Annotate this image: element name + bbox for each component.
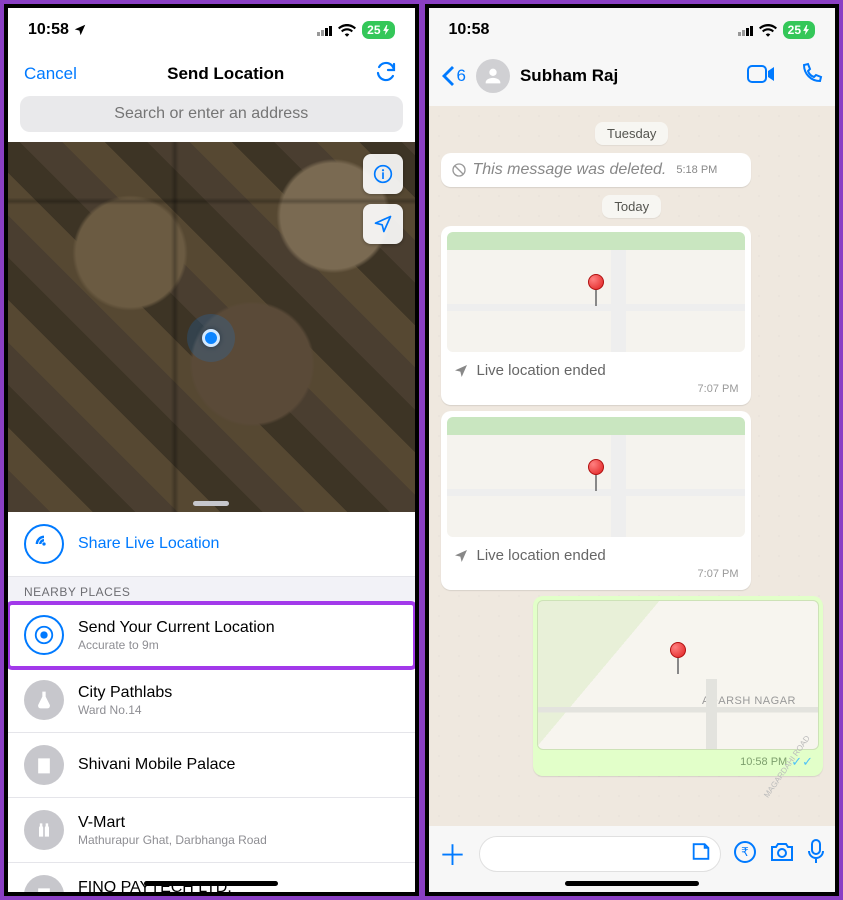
sheet-handle[interactable] xyxy=(193,501,229,506)
voice-call-button[interactable] xyxy=(799,62,823,91)
place-title: V-Mart xyxy=(78,814,267,832)
wifi-icon xyxy=(338,23,356,37)
message-time: 7:07 PM xyxy=(447,383,745,399)
deleted-message: This message was deleted. 5:18 PM xyxy=(441,153,751,187)
place-subtitle: Mathurapur Ghat, Darbhanga Road xyxy=(78,833,267,847)
place-subtitle: Ward No.14 xyxy=(78,703,172,717)
place-icon xyxy=(24,875,64,892)
contact-name[interactable]: Subham Raj xyxy=(520,66,723,86)
cellular-icon xyxy=(738,24,753,36)
status-time: 10:58 xyxy=(28,21,69,39)
chat-area[interactable]: Tuesday This message was deleted. 5:18 P… xyxy=(429,106,836,892)
place-icon xyxy=(24,810,64,850)
battery-icon: 25 xyxy=(362,21,394,39)
message-time: 5:18 PM xyxy=(676,164,717,176)
nav-bar: Cancel Send Location xyxy=(8,52,415,96)
live-location-icon xyxy=(24,524,64,564)
location-ended-icon xyxy=(453,548,469,564)
live-location-message[interactable]: Live location ended 7:07 PM xyxy=(441,226,751,405)
live-location-message[interactable]: Live location ended 7:07 PM xyxy=(441,411,751,590)
location-ended-icon xyxy=(453,363,469,379)
sent-location-thumbnail: ADARSH NAGAR MAGARDAHI ROAD xyxy=(537,600,819,750)
date-badge: Tuesday xyxy=(595,122,668,145)
nearby-places-header: NEARBY PLACES xyxy=(8,577,415,603)
back-count: 6 xyxy=(457,66,466,86)
area-label: ADARSH NAGAR xyxy=(702,695,796,707)
send-current-location-row[interactable]: Send Your Current LocationAccurate to 9m xyxy=(8,603,415,668)
mic-button[interactable] xyxy=(807,839,825,870)
nearby-place-row[interactable]: V-MartMathurapur Ghat, Darbhanga Road xyxy=(8,798,415,863)
sent-location-message[interactable]: ADARSH NAGAR MAGARDAHI ROAD 10:58 PM ✓✓ xyxy=(533,596,823,776)
avatar[interactable] xyxy=(476,59,510,93)
svg-text:₹: ₹ xyxy=(741,845,749,859)
attach-button[interactable]: ＋ xyxy=(439,834,467,874)
map-recenter-button[interactable] xyxy=(363,204,403,244)
wifi-icon xyxy=(759,23,777,37)
nav-title: Send Location xyxy=(167,64,284,84)
place-icon xyxy=(24,680,64,720)
live-location-text: Live location ended xyxy=(477,362,606,379)
location-thumbnail xyxy=(447,417,745,537)
place-title: Send Your Current Location xyxy=(78,619,275,637)
message-time: 7:07 PM xyxy=(447,568,745,584)
deleted-text: This message was deleted. xyxy=(473,161,667,179)
screenshot-send-location: 10:58 25 Cancel Send Location xyxy=(4,4,419,896)
blocked-icon xyxy=(451,162,467,178)
status-bar: 10:58 25 xyxy=(8,8,415,52)
current-location-dot xyxy=(202,329,220,347)
satellite-map[interactable] xyxy=(8,142,415,512)
nearby-place-row[interactable]: Shivani Mobile Palace xyxy=(8,733,415,798)
nearby-place-row[interactable]: City PathlabsWard No.14 xyxy=(8,668,415,733)
cellular-icon xyxy=(317,24,332,36)
place-title: City Pathlabs xyxy=(78,684,172,702)
place-icon xyxy=(24,615,64,655)
camera-button[interactable] xyxy=(769,841,795,868)
map-pin-icon xyxy=(588,459,604,491)
share-live-location-row[interactable]: Share Live Location xyxy=(8,512,415,577)
date-badge: Today xyxy=(602,195,661,218)
sticker-button[interactable] xyxy=(690,841,712,868)
map-info-button[interactable] xyxy=(363,154,403,194)
payment-button[interactable]: ₹ xyxy=(733,840,757,869)
place-title: Shivani Mobile Palace xyxy=(78,756,235,774)
cancel-button[interactable]: Cancel xyxy=(24,64,77,84)
place-subtitle: Accurate to 9m xyxy=(78,638,275,652)
chat-header: 6 Subham Raj xyxy=(429,52,836,100)
message-input[interactable] xyxy=(479,836,721,872)
video-call-button[interactable] xyxy=(747,64,775,89)
screenshot-whatsapp-chat: 10:58 25 6 Subham Raj Tuesda xyxy=(425,4,840,896)
share-live-label: Share Live Location xyxy=(78,535,219,553)
live-location-text: Live location ended xyxy=(477,547,606,564)
map-pin-icon xyxy=(588,274,604,306)
location-arrow-icon xyxy=(73,23,87,37)
status-time: 10:58 xyxy=(449,21,490,39)
back-button[interactable]: 6 xyxy=(441,66,466,86)
place-icon xyxy=(24,745,64,785)
search-input[interactable] xyxy=(20,96,403,132)
battery-icon: 25 xyxy=(783,21,815,39)
refresh-button[interactable] xyxy=(374,60,398,89)
nearby-place-row[interactable]: FINO PAYTECH LTD.BESIDE OF KRISHNA HOSPI… xyxy=(8,863,415,892)
home-indicator[interactable] xyxy=(144,881,278,886)
home-indicator[interactable] xyxy=(565,881,699,886)
location-sheet: Share Live Location NEARBY PLACES Send Y… xyxy=(8,512,415,892)
status-bar: 10:58 25 xyxy=(429,8,836,52)
map-pin-icon xyxy=(670,642,686,674)
location-thumbnail xyxy=(447,232,745,352)
